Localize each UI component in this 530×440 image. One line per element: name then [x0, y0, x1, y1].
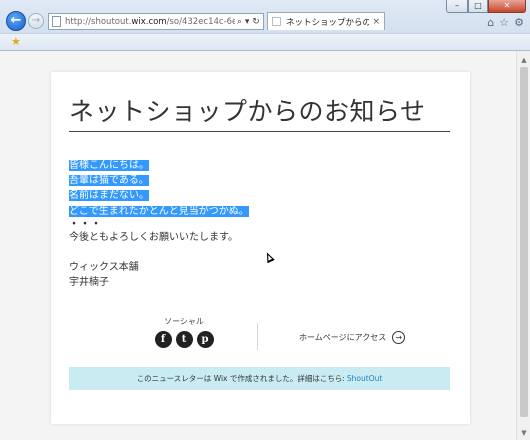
tab-title: ネットショップからのお...: [286, 17, 370, 28]
selected-line-2: 吾輩は猫である。: [69, 175, 149, 187]
maximize-button[interactable]: □: [468, 0, 488, 13]
homepage-link[interactable]: ホームページにアクセス →: [299, 331, 406, 344]
shoutout-link[interactable]: ShoutOut: [347, 374, 382, 383]
home-icon[interactable]: ⌂: [487, 16, 494, 29]
tab-newsletter[interactable]: ネットショップからのお... ×: [267, 12, 385, 30]
favorites-bar: ★: [0, 33, 530, 50]
vertical-scrollbar[interactable]: ▲ ▼: [516, 51, 530, 440]
footer-text: このニュースレターは Wix で作成されました。詳細はこちら:: [136, 374, 345, 383]
tab-page-icon: [272, 17, 281, 26]
address-bar[interactable]: http://shoutout.wix.com/so/432ec14c-6e9c…: [48, 13, 264, 30]
selected-line-4: どこで生まれたかとんと見当がつかぬ。: [69, 205, 249, 217]
arrow-right-circle-icon: →: [392, 331, 406, 344]
selected-line-1: 皆様こんにちは。: [69, 160, 149, 171]
selected-line-3: 名前はまだない。: [69, 190, 149, 202]
browser-chrome: – □ ✕ ← → http://shoutout.wix.com/so/432…: [0, 0, 530, 51]
minimize-button[interactable]: –: [446, 0, 468, 13]
scroll-down-arrow-icon[interactable]: ▼: [519, 429, 529, 437]
add-favorites-icon[interactable]: ★: [11, 35, 21, 48]
window-controls: – □ ✕: [446, 0, 526, 13]
close-window-button[interactable]: ✕: [488, 0, 526, 13]
pinterest-icon[interactable]: p: [196, 331, 214, 348]
closing-line: 今後ともよろしくお願いいたします。: [69, 231, 238, 243]
url-text[interactable]: http://shoutout.wix.com/so/432ec14c-6e9c…: [65, 17, 235, 27]
newsletter-headline: ネットショップからのお知らせ: [69, 97, 426, 126]
twitter-icon[interactable]: t: [175, 331, 193, 348]
back-button[interactable]: ←: [6, 11, 26, 31]
signature-line-2: 宇井楠子: [69, 277, 109, 289]
facebook-icon[interactable]: f: [154, 331, 172, 348]
scrollbar-thumb[interactable]: [520, 67, 528, 417]
homepage-link-label: ホームページにアクセス: [299, 333, 387, 342]
headline-divider: [69, 131, 450, 132]
forward-button[interactable]: →: [28, 13, 44, 29]
footer-banner: このニュースレターは Wix で作成されました。詳細はこちら: ShoutOut: [69, 367, 450, 390]
signature-line-1: ウィックス本舗: [69, 262, 139, 274]
favorites-star-icon[interactable]: ☆: [499, 16, 509, 29]
page-icon: [52, 16, 61, 27]
browser-tools: ⌂ ☆ ⚙: [487, 16, 524, 29]
gear-icon[interactable]: ⚙: [514, 16, 524, 29]
newsletter-body: 皆様こんにちは。 吾輩は猫である。 名前はまだない。 どこで生まれたかとんと見当…: [69, 158, 249, 290]
social-icons: f t p: [131, 331, 237, 348]
ellipsis: ・・・: [69, 218, 102, 230]
tab-close-icon[interactable]: ×: [372, 17, 380, 27]
page-viewport: ネットショップからのお知らせ 皆様こんにちは。 吾輩は猫である。 名前はまだない…: [0, 51, 516, 440]
scroll-up-arrow-icon[interactable]: ▲: [519, 56, 529, 64]
address-controls[interactable]: ⌕ ▾ ↻: [237, 17, 260, 27]
social-section: ソーシャル f t p: [131, 316, 237, 348]
social-label: ソーシャル: [164, 317, 204, 326]
newsletter-card: ネットショップからのお知らせ 皆様こんにちは。 吾輩は猫である。 名前はまだない…: [51, 72, 470, 424]
vertical-divider: [257, 323, 258, 350]
